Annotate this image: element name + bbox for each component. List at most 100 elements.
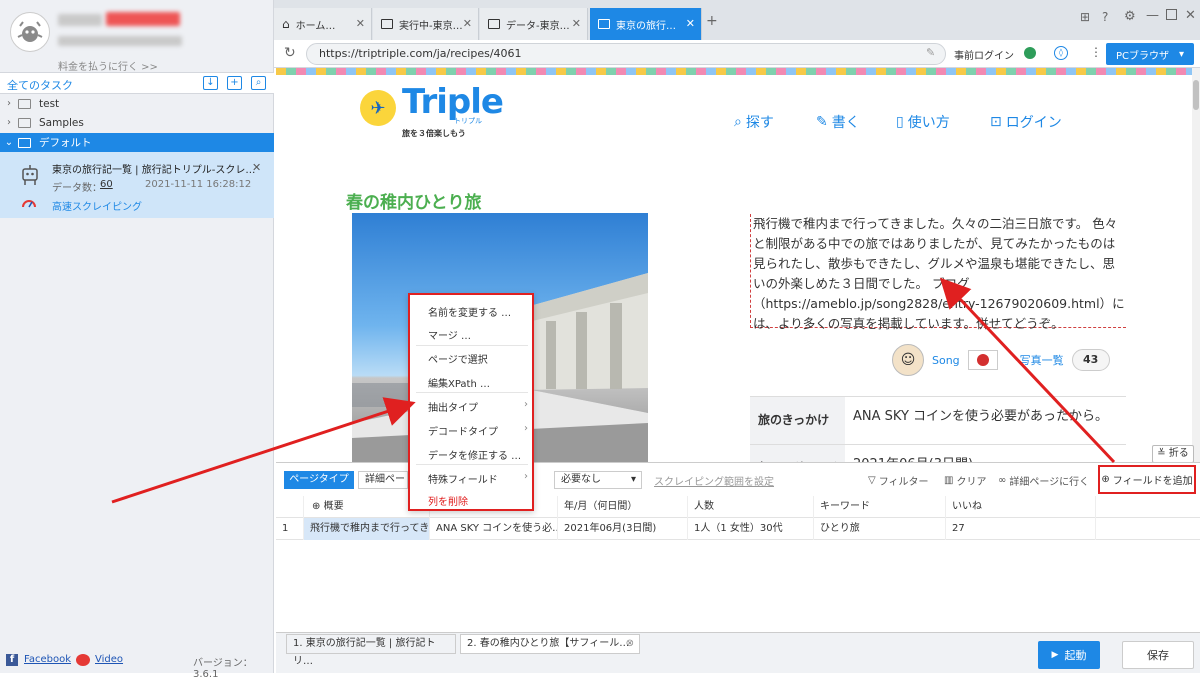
help-icon[interactable]: ? [1102, 10, 1108, 24]
clear-button[interactable]: ▥ クリア [944, 473, 986, 488]
version-label: バージョン：3.6.1 [193, 658, 253, 680]
scrape-range-link[interactable]: スクレイピング範囲を設定 [654, 473, 774, 488]
chevron-down-icon: ⌄ [4, 137, 14, 148]
tab-running[interactable]: 実行中-東京… ✕ [373, 8, 479, 40]
table-cell[interactable]: 飛行機で稚内まで行ってき… [304, 517, 430, 540]
column-header[interactable]: 人数 [688, 495, 814, 518]
goto-detail-button[interactable]: ∞ 詳細ページに行く [998, 473, 1089, 488]
menu-item-extract-type[interactable]: 抽出タイプ › [428, 399, 528, 414]
menu-label: 特殊フィールド [428, 475, 498, 486]
menu-item-decode-type[interactable]: デコードタイプ › [428, 423, 528, 438]
menu-item-fix-data[interactable]: データを修正する … [428, 447, 521, 462]
trash-icon: ▥ [944, 475, 954, 486]
more-icon[interactable]: ⋮ [1090, 45, 1102, 59]
facebook-link[interactable]: Facebook [24, 654, 71, 665]
tab-home[interactable]: ⌂ ホーム… ✕ [274, 8, 372, 40]
close-tab-icon[interactable]: ✕ [463, 17, 472, 30]
fold-button[interactable]: ≚ 折る [1152, 445, 1194, 463]
close-task-icon[interactable]: ✕ [252, 161, 261, 174]
status-dot-icon[interactable] [1024, 47, 1036, 59]
url-field[interactable]: https://triptriple.com/ja/recipes/4061 [306, 43, 946, 65]
browser-mode-select[interactable]: PCブラウザ ▾ [1106, 43, 1194, 65]
row-number-header [276, 495, 304, 518]
nav-login[interactable]: ⊡ ログイン [990, 112, 1062, 132]
site-logo[interactable]: Triple [402, 82, 504, 122]
column-header[interactable]: キーワード [814, 495, 946, 518]
chevron-right-icon: › [524, 471, 528, 482]
save-button[interactable]: 保存 [1122, 641, 1194, 669]
menu-item-merge[interactable]: マージ … [428, 327, 471, 342]
new-task-icon[interactable]: + [227, 76, 242, 90]
column-header[interactable]: いいね [946, 495, 1096, 518]
close-window-icon[interactable]: ✕ [1185, 8, 1196, 23]
window-icon [488, 19, 500, 29]
new-tab-icon[interactable]: + [706, 13, 718, 29]
photo-list-link[interactable]: 写真一覧 [1020, 352, 1064, 368]
author-name[interactable]: Song [932, 354, 960, 367]
close-tab-icon[interactable]: ✕ [572, 17, 581, 30]
task-item[interactable]: 東京の旅行記一覧 | 旅行記トリプル-スクレ… ✕ データ数： 60 2021-… [0, 152, 274, 218]
filter-button[interactable]: ▽ フィルター [868, 473, 929, 488]
task-sidebar: 料金を払うに行く >> 全てのタスク ↓ + ⌕ › test › Sample… [0, 0, 274, 680]
folder-label: test [39, 97, 60, 110]
browser-tabbar: ⌂ ホーム… ✕ 実行中-東京… ✕ データ-東京… ✕ 東京の旅行… ✕ + … [274, 0, 1200, 40]
ad-block-icon[interactable]: ◊ [1054, 46, 1068, 60]
pre-login-label[interactable]: 事前ログイン [954, 47, 1014, 62]
table-row[interactable]: 1 飛行機で稚内まで行ってき… ANA SKY コインを使う必… 2021年06… [276, 517, 1200, 540]
settings-icon[interactable]: ⚙ [1124, 9, 1136, 24]
close-tab-icon[interactable]: ✕ [356, 17, 365, 30]
column-context-menu: 名前を変更する … マージ … ページで選択 編集XPath … 抽出タイプ › … [408, 293, 534, 511]
menu-item-edit-xpath[interactable]: 編集XPath … [428, 375, 490, 390]
folder-samples[interactable]: › Samples [0, 113, 274, 132]
youtube-icon[interactable] [76, 654, 90, 666]
page-tab-1[interactable]: 1. 東京の旅行記一覧 | 旅行記トリ… [286, 634, 456, 667]
nav-write[interactable]: ✎ 書く [816, 112, 860, 132]
folder-test[interactable]: › test [0, 94, 274, 113]
trip-description[interactable]: 飛行機で稚内まで行ってきました。久々の二泊三日旅です。 色々と制限がある中での旅… [750, 214, 1126, 331]
minimize-icon[interactable]: — [1146, 8, 1159, 23]
maximize-icon[interactable] [1166, 9, 1177, 20]
data-count[interactable]: 60 [100, 179, 113, 190]
gift-icon[interactable]: ⊞ [1080, 10, 1090, 24]
menu-item-special-field[interactable]: 特殊フィールド › [428, 471, 528, 486]
webpage-scrollbar[interactable] [1192, 68, 1200, 462]
chevron-down-icon: ▾ [630, 474, 636, 485]
nav-howto[interactable]: ▯ 使い方 [896, 112, 950, 132]
folder-default[interactable]: ⌄ デフォルト [0, 133, 274, 152]
tab-data[interactable]: データ-東京… ✕ [480, 8, 588, 40]
table-cell[interactable]: 27 [946, 517, 1096, 540]
page-title[interactable]: 春の稚内ひとり旅 [346, 188, 482, 213]
page-tab-2[interactable]: 2. 春の稚内ひとり旅【サフィール… ⊗ [460, 634, 640, 654]
table-cell[interactable]: 2021年06月(3日間) [558, 517, 688, 540]
info-row[interactable]: 旅のきっかけ ANA SKY コインを使う必要があったから。 [750, 397, 1126, 445]
search-task-icon[interactable]: ⌕ [251, 76, 266, 90]
scrollbar-thumb[interactable] [1193, 80, 1199, 110]
menu-item-rename[interactable]: 名前を変更する … [428, 304, 511, 319]
edit-url-icon[interactable]: ✎ [926, 46, 935, 59]
close-tab-icon[interactable]: ⊗ [626, 635, 634, 653]
menu-item-select-on-page[interactable]: ページで選択 [428, 351, 488, 366]
start-button[interactable]: ▶ 起動 [1038, 641, 1100, 669]
info-row[interactable]: 年/月（何日間） 2021年06月(3日間) [750, 445, 1126, 462]
menu-item-delete-column[interactable]: 列を削除 [428, 493, 468, 508]
tab-active-page[interactable]: 東京の旅行… ✕ [590, 8, 702, 40]
detail-page-select[interactable]: 詳細ペー [358, 471, 408, 489]
need-select[interactable]: 必要なし ▾ [554, 471, 642, 489]
table-cell[interactable]: ANA SKY コインを使う必… [430, 517, 558, 540]
close-tab-icon[interactable]: ✕ [686, 17, 695, 30]
add-field-button[interactable]: ⊕ フィールドを追加 [1098, 465, 1196, 494]
page-type-button[interactable]: ページタイプ [284, 471, 354, 489]
video-link[interactable]: Video [95, 654, 123, 665]
airplane-logo-icon[interactable]: ✈ [360, 90, 396, 126]
column-header[interactable]: 年/月（何日間） [558, 495, 688, 518]
reload-icon[interactable]: ↻ [284, 45, 296, 61]
facebook-icon[interactable]: f [6, 654, 18, 666]
avatar[interactable] [10, 12, 50, 52]
scrape-mode[interactable]: 高速スクレイピング [52, 198, 142, 213]
pay-link[interactable]: 料金を払うに行く >> [58, 58, 158, 73]
nav-search[interactable]: ⌕ 探す [734, 112, 774, 132]
import-icon[interactable]: ↓ [203, 76, 218, 90]
table-cell[interactable]: ひとり旅 [814, 517, 946, 540]
table-cell[interactable]: 1人（1 女性）30代 [688, 517, 814, 540]
author-avatar[interactable]: ☺ [892, 344, 924, 376]
